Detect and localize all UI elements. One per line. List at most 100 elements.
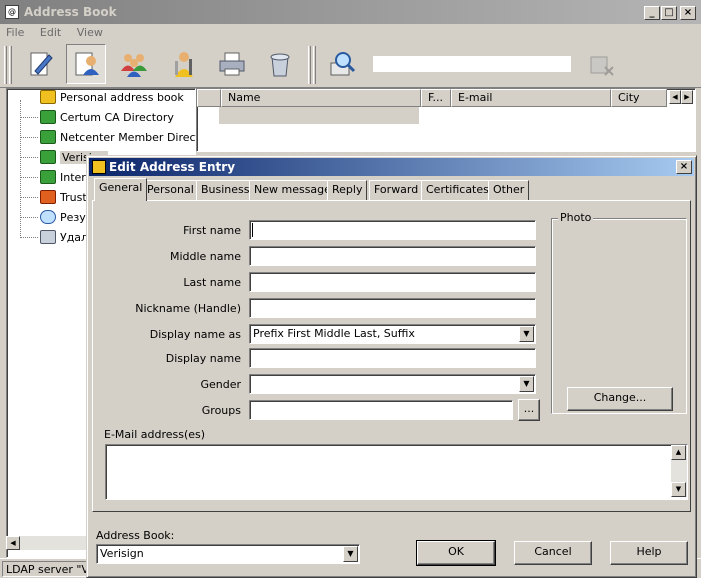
search-results-icon [40, 210, 56, 224]
tab-forward[interactable]: Forward [369, 180, 424, 200]
display-name-as-label: Display name as [149, 328, 241, 341]
dialog-title-bar[interactable]: Edit Address Entry × [89, 158, 694, 176]
column-header-city[interactable]: City [611, 89, 667, 107]
email-addresses-list[interactable]: ▲ ▼ [105, 444, 688, 500]
ldap-directory-icon [40, 170, 56, 184]
dialog-app-icon [92, 160, 106, 174]
scroll-down-button[interactable]: ▼ [671, 482, 686, 497]
edit-contact-icon [75, 52, 99, 76]
toolbar-separator [313, 46, 316, 84]
chevron-down-icon[interactable]: ▼ [519, 376, 534, 392]
minimize-button[interactable]: _ [644, 6, 660, 20]
general-tab-panel: First name Middle name Last name Nicknam… [92, 200, 691, 512]
properties-button[interactable] [164, 44, 204, 84]
tab-general[interactable]: General [94, 178, 148, 201]
tree-item-netcenter-member-directory[interactable]: Netcenter Member Directory [6, 128, 218, 146]
first-name-input[interactable] [249, 220, 536, 240]
tree-connector [20, 236, 38, 238]
clear-search-icon [590, 56, 614, 76]
cancel-button[interactable]: Cancel [514, 541, 592, 565]
tree-item-deleted[interactable]: Удал [6, 228, 88, 246]
new-group-icon [121, 54, 147, 77]
main-window-title: Address Book [24, 5, 117, 19]
maximize-button[interactable]: □ [661, 6, 677, 20]
tab-new-message[interactable]: New message [249, 180, 336, 200]
new-contact-button[interactable] [20, 44, 60, 84]
scroll-left-button[interactable]: ◀ [669, 90, 681, 104]
new-group-button[interactable] [114, 44, 154, 84]
change-photo-button[interactable]: Change... [567, 387, 673, 411]
nickname-input[interactable] [249, 298, 536, 318]
contact-list[interactable]: Name F... E-mail City ◀ ▶ [196, 88, 696, 152]
tree-connector [20, 176, 38, 178]
find-people-button[interactable] [322, 44, 362, 84]
scroll-left-button[interactable]: ◀ [6, 536, 20, 550]
address-book-select[interactable]: Verisign ▼ [96, 544, 360, 564]
first-name-label: First name [183, 224, 241, 237]
chevron-down-icon[interactable]: ▼ [343, 546, 358, 562]
tree-item-search-results[interactable]: Резул [6, 208, 93, 226]
tree-connector [20, 136, 38, 138]
middle-name-label: Middle name [169, 250, 241, 263]
scroll-right-button[interactable]: ▶ [681, 90, 693, 104]
gender-select[interactable]: ▼ [249, 374, 536, 394]
tree-connector [20, 116, 38, 118]
tree-item-label: Certum CA Directory [60, 110, 174, 124]
tree-item-certum-ca-directory[interactable]: Certum CA Directory [6, 108, 174, 126]
tab-business[interactable]: Business [196, 180, 255, 200]
menu-bar: File Edit View [0, 24, 701, 42]
help-button[interactable]: Help [610, 541, 688, 565]
groups-label: Groups [201, 404, 241, 417]
tab-certificates[interactable]: Certificates [421, 180, 494, 200]
tree-connector [20, 196, 38, 198]
trash-icon [40, 230, 56, 244]
book-icon [40, 190, 56, 204]
chevron-down-icon[interactable]: ▼ [519, 326, 534, 342]
clear-search-button[interactable] [582, 44, 622, 84]
column-header-email[interactable]: E-mail [451, 89, 611, 107]
nickname-label: Nickname (Handle) [135, 302, 241, 315]
list-selection-row[interactable] [219, 107, 419, 124]
toolbar-grip [9, 46, 12, 84]
dialog-title: Edit Address Entry [109, 160, 236, 174]
delete-button[interactable] [260, 44, 300, 84]
tab-other[interactable]: Other [488, 180, 530, 200]
menu-edit[interactable]: Edit [34, 24, 67, 41]
display-name-input[interactable] [249, 348, 536, 368]
last-name-label: Last name [183, 276, 241, 289]
print-icon [219, 52, 245, 76]
print-button[interactable] [212, 44, 252, 84]
address-book-value: Verisign [100, 547, 144, 560]
photo-caption: Photo [558, 211, 594, 224]
groups-browse-button[interactable]: ... [518, 399, 540, 421]
dialog-close-button[interactable]: × [676, 160, 692, 174]
tree-item-personal-address-book[interactable]: Personal address book [6, 88, 184, 106]
column-header-f[interactable]: F... [421, 89, 451, 107]
toolbar-grip[interactable] [4, 46, 7, 84]
tree-item-truste[interactable]: Truste [6, 188, 93, 206]
tab-reply[interactable]: Reply [327, 180, 368, 200]
groups-input[interactable] [249, 400, 513, 420]
scroll-up-button[interactable]: ▲ [671, 445, 686, 460]
main-window-title-bar[interactable]: @ Address Book _ □ × [0, 0, 701, 24]
menu-view[interactable]: View [71, 24, 109, 41]
ldap-directory-icon [40, 150, 56, 164]
search-input[interactable] [372, 55, 572, 73]
toolbar-separator [308, 46, 311, 84]
tab-personal[interactable]: Personal [142, 180, 199, 200]
tree-item-label: Netcenter Member Directory [60, 130, 218, 144]
ok-button[interactable]: OK [416, 540, 496, 566]
display-name-as-select[interactable]: Prefix First Middle Last, Suffix ▼ [249, 324, 536, 344]
middle-name-input[interactable] [249, 246, 536, 266]
column-header-name[interactable]: Name [221, 89, 421, 107]
last-name-input[interactable] [249, 272, 536, 292]
photo-group: Photo [551, 211, 687, 414]
ldap-directory-icon [40, 130, 56, 144]
edit-contact-button[interactable] [66, 44, 106, 84]
menu-file[interactable]: File [0, 24, 30, 41]
close-button[interactable]: × [680, 6, 696, 20]
tree-item-intern[interactable]: Intern [6, 168, 93, 186]
address-book-app-icon: @ [5, 5, 19, 19]
email-list-scrollbar[interactable]: ▲ ▼ [671, 445, 687, 497]
column-header-blank[interactable] [197, 89, 221, 107]
